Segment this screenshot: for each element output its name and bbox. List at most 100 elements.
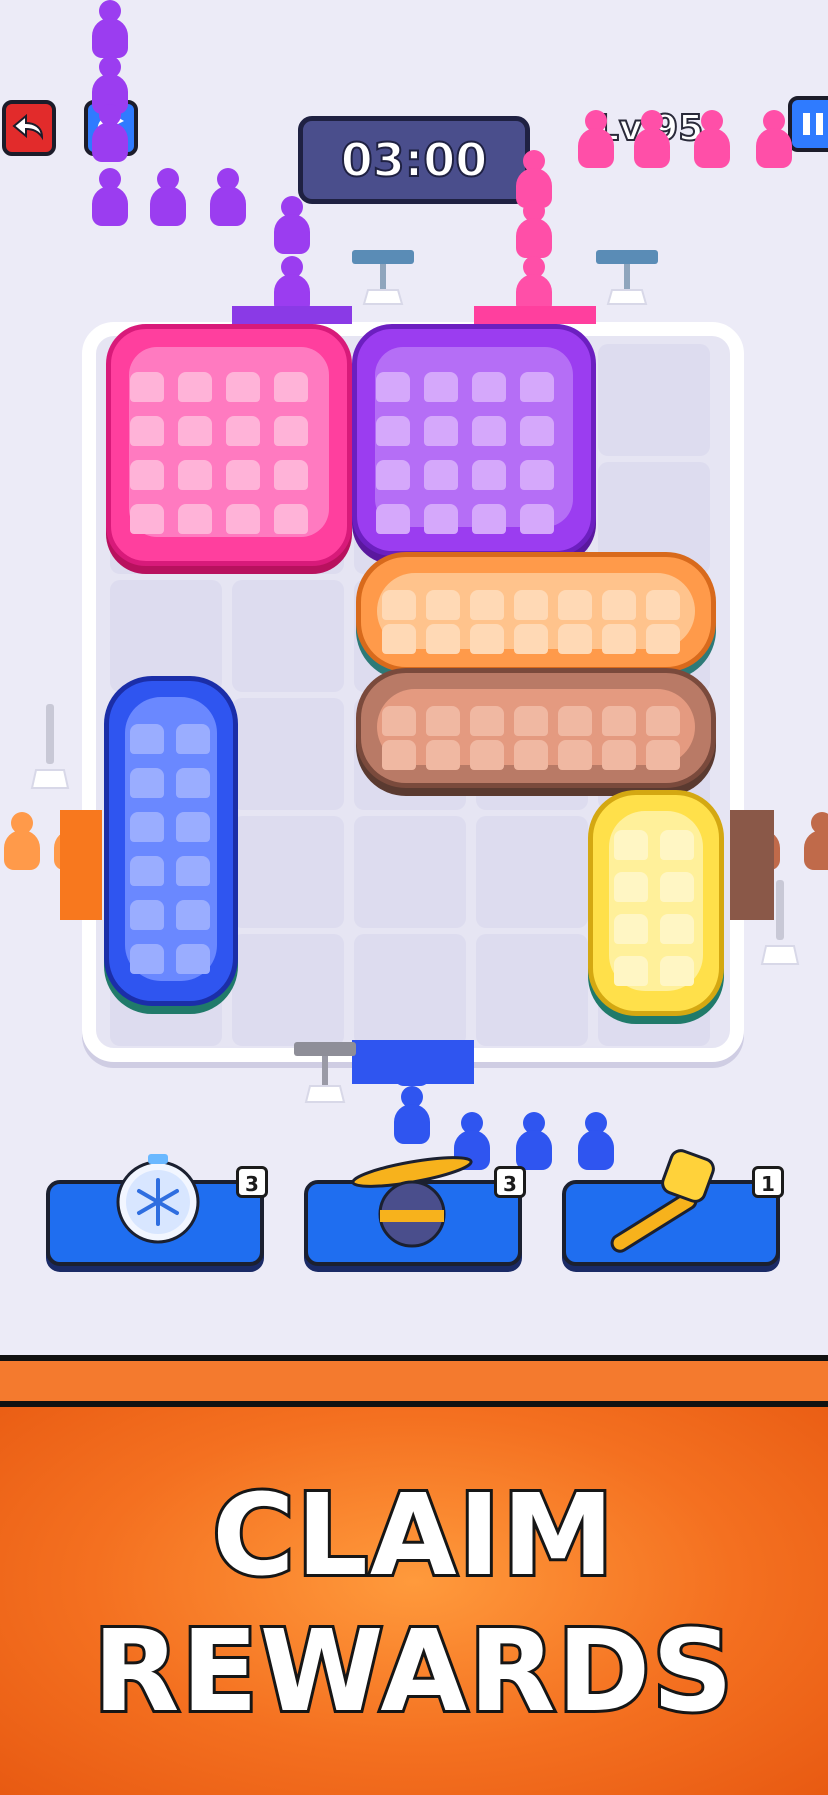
pause-icon — [803, 113, 823, 135]
bus-seat — [130, 900, 164, 930]
orange-exit-gate — [60, 810, 102, 920]
board-tile — [476, 816, 588, 928]
pink-passenger — [574, 110, 618, 170]
hammer-marker-icon — [30, 704, 70, 789]
hammer-marker-icon — [352, 250, 414, 305]
freeze-booster-button[interactable]: 3 — [46, 1154, 268, 1266]
bus-seat — [376, 504, 410, 534]
bus-seat — [470, 624, 504, 654]
pink-passenger — [752, 110, 796, 170]
banner-stripe — [0, 1355, 828, 1407]
bus-seat — [130, 812, 164, 842]
bus-seat — [614, 956, 648, 986]
back-button[interactable] — [2, 100, 56, 156]
blue-exit-gate — [352, 1040, 474, 1084]
bus-seat — [424, 504, 458, 534]
bus-seat — [130, 504, 164, 534]
bus-seat — [660, 914, 694, 944]
brown-passenger — [800, 812, 828, 872]
banner-title-line2: REWARDS — [90, 1604, 736, 1740]
bus-seat — [472, 416, 506, 446]
bus-seat — [646, 624, 680, 654]
hammer-marker-icon — [760, 880, 800, 965]
bus-seat — [602, 590, 636, 620]
banner-title-line1: CLAIM — [209, 1468, 616, 1604]
snowflake-clock-icon — [116, 1154, 200, 1244]
bus-seat — [178, 372, 212, 402]
countdown-timer: 03:00 — [298, 116, 530, 204]
bus-seat — [376, 372, 410, 402]
bus-seat — [376, 460, 410, 490]
bus-seat — [660, 872, 694, 902]
bus-seat — [178, 416, 212, 446]
bus-seat — [514, 706, 548, 736]
yellow-bus[interactable] — [588, 790, 724, 1016]
bus-seat — [520, 372, 554, 402]
bus-seat — [602, 624, 636, 654]
bus-seat — [178, 460, 212, 490]
bus-seat — [176, 724, 210, 754]
bus-seat — [558, 740, 592, 770]
bus-seat — [176, 768, 210, 798]
bus-seat — [176, 812, 210, 842]
bus-seat — [424, 416, 458, 446]
pink-passenger — [512, 200, 556, 260]
bus-seat — [660, 830, 694, 860]
bus-seat — [226, 372, 260, 402]
booster-count-badge: 3 — [494, 1166, 526, 1198]
bus-seat — [558, 590, 592, 620]
bus-seat — [176, 900, 210, 930]
bus-seat — [130, 768, 164, 798]
bus-seat — [176, 856, 210, 886]
board-tile — [232, 698, 344, 810]
bus-seat — [614, 830, 648, 860]
bus-seat — [558, 706, 592, 736]
bus-seat — [470, 590, 504, 620]
bus-seat — [382, 590, 416, 620]
purple-passenger — [88, 0, 132, 60]
board-tile — [354, 816, 466, 928]
bus-seat — [274, 460, 308, 490]
purple-passenger — [88, 104, 132, 164]
bus-seat — [382, 624, 416, 654]
pink-exit-gate — [474, 306, 596, 324]
bus-seat — [514, 624, 548, 654]
bus-seat — [602, 706, 636, 736]
hammer-icon — [610, 1149, 715, 1253]
purple-passenger — [270, 196, 314, 256]
bus-seat — [382, 706, 416, 736]
orange-passenger — [0, 812, 44, 872]
blue-passenger — [390, 1086, 434, 1146]
hammer-booster-button[interactable]: 1 — [562, 1149, 784, 1266]
bus-seat — [472, 372, 506, 402]
bus-seat — [470, 740, 504, 770]
helicopter-booster-button[interactable]: 3 — [304, 1156, 526, 1266]
bus-seat — [558, 624, 592, 654]
bus-seat — [130, 460, 164, 490]
bus-seat — [424, 372, 458, 402]
bus-seat — [426, 590, 460, 620]
bus-seat — [514, 740, 548, 770]
bus-seat — [226, 416, 260, 446]
purple-passenger — [88, 168, 132, 228]
bus-seat — [426, 624, 460, 654]
bus-seat — [274, 504, 308, 534]
bus-seat — [472, 504, 506, 534]
bus-seat — [520, 504, 554, 534]
bus-seat — [424, 460, 458, 490]
pink-passenger — [690, 110, 734, 170]
booster-count-badge: 3 — [236, 1166, 268, 1198]
hammer-marker-icon — [596, 250, 658, 305]
purple-exit-gate — [232, 306, 352, 324]
blue-passenger — [512, 1112, 556, 1172]
promo-banner: CLAIM REWARDS — [0, 1407, 828, 1795]
propeller-ball-icon — [351, 1156, 473, 1248]
board-tile — [232, 580, 344, 692]
bus-seat — [602, 740, 636, 770]
blue-bus[interactable] — [104, 676, 238, 1006]
bus-seat — [274, 372, 308, 402]
bus-seat — [614, 914, 648, 944]
bus-seat — [130, 724, 164, 754]
board-tile — [232, 934, 344, 1046]
undo-arrow-icon — [12, 113, 44, 141]
